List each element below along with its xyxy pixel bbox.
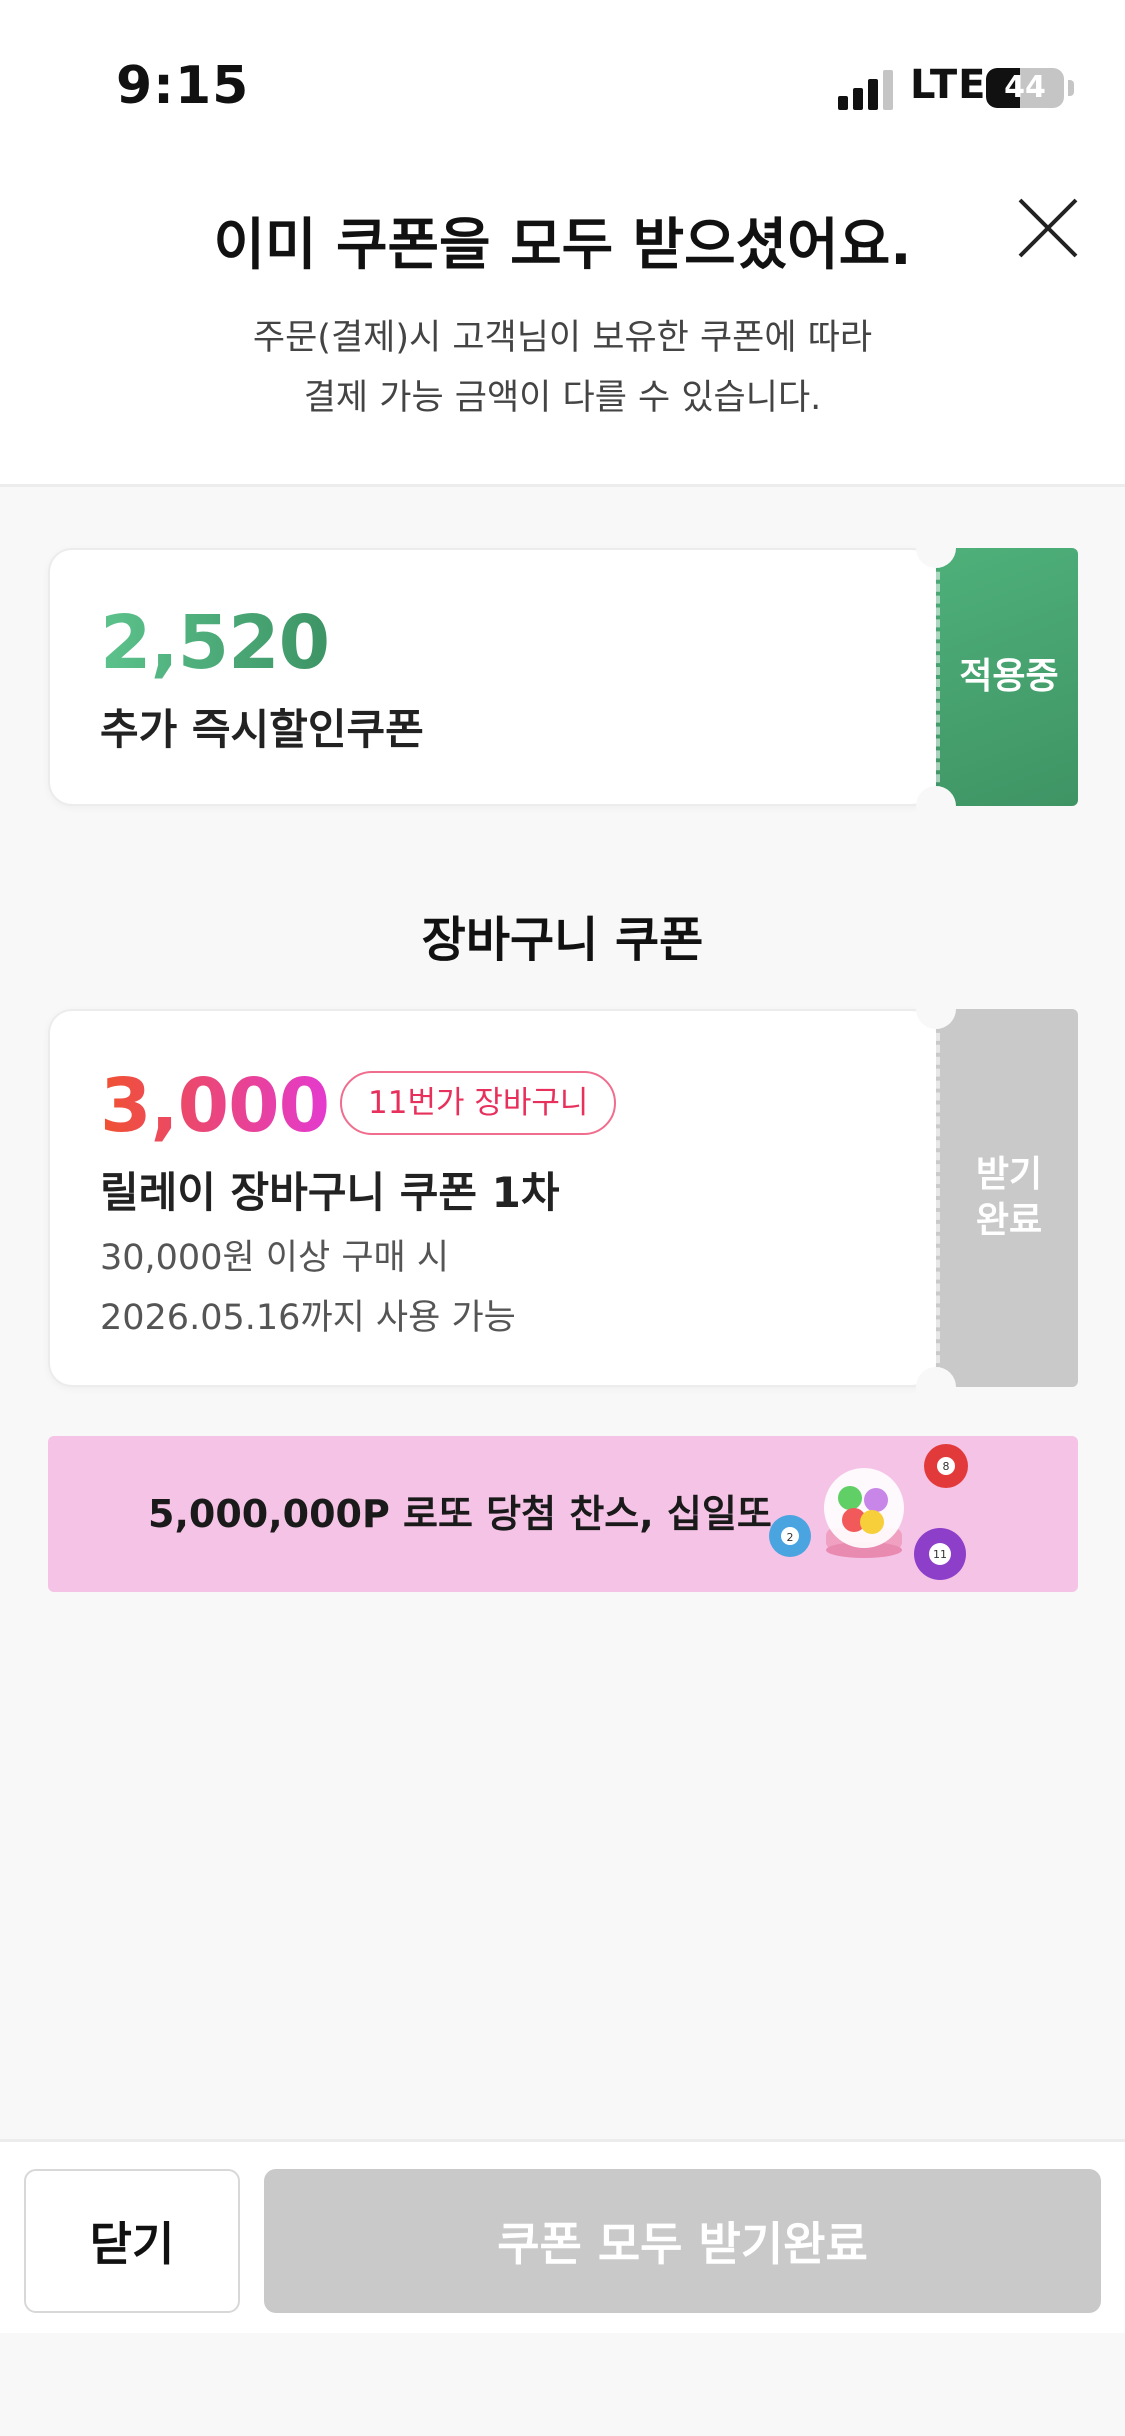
coupon-body: 3,000 11번가 장바구니 릴레이 장바구니 쿠폰 1차 30,000원 이… bbox=[48, 1009, 936, 1387]
svg-text:8: 8 bbox=[943, 1460, 950, 1473]
coupon-sheet-header: 이미 쿠폰을 모두 받으셨어요. 주문(결제)시 고객님이 보유한 쿠폰에 따라… bbox=[0, 170, 1125, 487]
coupon-notch-bottom bbox=[916, 1367, 956, 1407]
get-all-coupons-button[interactable]: 쿠폰 모두 받기완료 bbox=[264, 2169, 1101, 2313]
description-line-1: 주문(결제)시 고객님이 보유한 쿠폰에 따라 bbox=[252, 318, 873, 358]
coupon-condition: 30,000원 이상 구매 시 bbox=[100, 1238, 450, 1278]
battery-level: 44 bbox=[1004, 70, 1046, 105]
close-icon bbox=[1018, 198, 1078, 258]
section-title-cart-coupon: 장바구니 쿠폰 bbox=[421, 912, 704, 968]
bottom-action-bar: 닫기 쿠폰 모두 받기완료 bbox=[0, 2139, 1125, 2333]
coupon-amount: 3,000 bbox=[100, 1063, 330, 1149]
svg-text:2: 2 bbox=[787, 1531, 794, 1544]
coupon-status-label: 받기 완료 bbox=[975, 1154, 1043, 1241]
coupon-body: 2,520 추가 즉시할인쿠폰 bbox=[48, 548, 936, 806]
coupon-notch-top bbox=[916, 989, 956, 1029]
battery-cap bbox=[1068, 80, 1074, 96]
coupon-expiry: 2026.05.16까지 사용 가능 bbox=[100, 1298, 516, 1338]
svg-text:11: 11 bbox=[933, 1548, 947, 1561]
coupon-amount: 2,520 bbox=[100, 600, 330, 686]
header-description: 주문(결제)시 고객님이 보유한 쿠폰에 따라 결제 가능 금액이 다를 수 있… bbox=[0, 308, 1125, 428]
status-time: 9:15 bbox=[116, 56, 250, 116]
coupon-card-applied[interactable]: 2,520 추가 즉시할인쿠폰 적용중 bbox=[48, 528, 1078, 826]
coupon-name: 추가 즉시할인쿠폰 bbox=[100, 705, 424, 754]
network-label: LTE bbox=[910, 62, 987, 108]
page-title: 이미 쿠폰을 모두 받으셨어요. bbox=[213, 213, 912, 278]
lotto-machine-icon: 2 8 11 bbox=[769, 1444, 968, 1580]
banner-text: 5,000,000P 로또 당첨 찬스, 십일또 bbox=[148, 1492, 772, 1536]
description-line-2: 결제 가능 금액이 다를 수 있습니다. bbox=[303, 378, 822, 418]
coupon-notch-top bbox=[916, 528, 956, 568]
coupon-name: 릴레이 장바구니 쿠폰 1차 bbox=[100, 1168, 560, 1217]
coupon-notch-bottom bbox=[916, 786, 956, 826]
coupon-status-received[interactable]: 받기 완료 bbox=[936, 1009, 1078, 1387]
coupon-tag-badge: 11번가 장바구니 bbox=[340, 1071, 617, 1135]
signal-icon bbox=[838, 70, 893, 110]
close-button-footer[interactable]: 닫기 bbox=[24, 2169, 240, 2313]
status-bar: 9:15 LTE 44 bbox=[0, 0, 1125, 170]
close-button[interactable] bbox=[1012, 192, 1084, 264]
coupon-status-label: 적용중 bbox=[959, 656, 1059, 697]
lotto-promo-banner[interactable]: 5,000,000P 로또 당첨 찬스, 십일또 2 8 11 bbox=[48, 1436, 1078, 1592]
coupon-status-applied[interactable]: 적용중 bbox=[936, 548, 1078, 806]
coupon-card-cart[interactable]: 3,000 11번가 장바구니 릴레이 장바구니 쿠폰 1차 30,000원 이… bbox=[48, 989, 1078, 1407]
battery-icon: 44 bbox=[986, 68, 1064, 108]
